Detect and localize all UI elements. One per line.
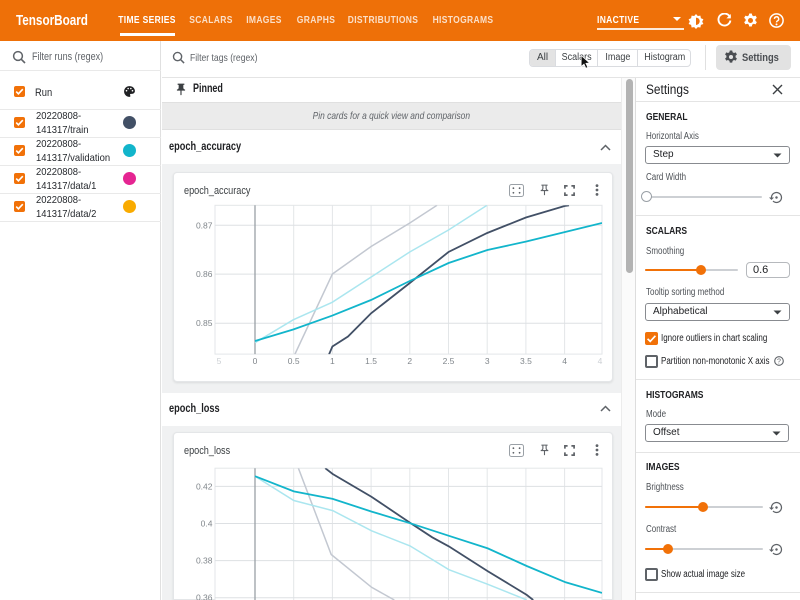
svg-text:0.87: 0.87 bbox=[196, 220, 213, 230]
svg-text:4: 4 bbox=[598, 356, 603, 366]
svg-text:0.5: 0.5 bbox=[288, 356, 300, 366]
svg-text:2: 2 bbox=[407, 356, 412, 366]
svg-text:1.5: 1.5 bbox=[365, 356, 377, 366]
svg-text:3: 3 bbox=[485, 356, 490, 366]
svg-text:2.5: 2.5 bbox=[443, 356, 455, 366]
svg-text:1: 1 bbox=[330, 356, 335, 366]
svg-text:0.85: 0.85 bbox=[196, 318, 213, 328]
svg-text:0.42: 0.42 bbox=[196, 481, 213, 491]
svg-text:0: 0 bbox=[253, 356, 258, 366]
svg-text:4: 4 bbox=[562, 356, 567, 366]
svg-text:0.36: 0.36 bbox=[196, 593, 213, 600]
svg-text:5: 5 bbox=[217, 356, 222, 366]
svg-text:0.86: 0.86 bbox=[196, 269, 213, 279]
svg-text:0.4: 0.4 bbox=[201, 519, 213, 529]
svg-text:3.5: 3.5 bbox=[520, 356, 532, 366]
svg-text:?: ? bbox=[777, 358, 781, 365]
svg-text:0.38: 0.38 bbox=[196, 556, 213, 566]
